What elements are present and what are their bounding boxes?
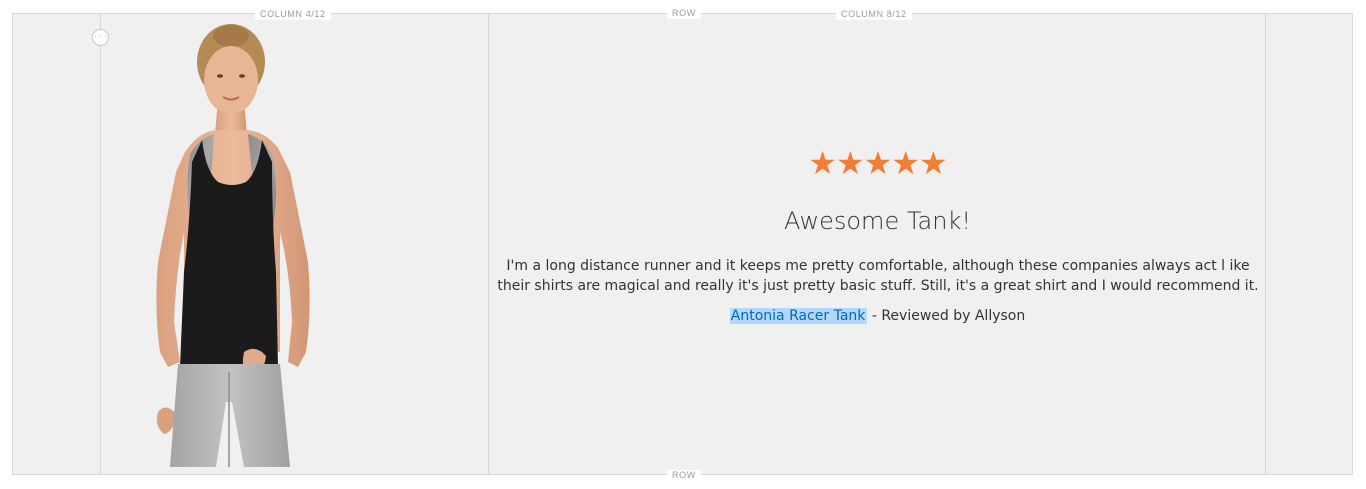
column-8-12[interactable] (489, 13, 1266, 475)
face (204, 46, 258, 114)
row-bottom-label: ROW (667, 470, 701, 481)
column-left-label: COLUMN 4/12 (255, 9, 331, 20)
review-title: Awesome Tank! (784, 207, 971, 235)
reviewer-text: - Reviewed by Allyson (867, 308, 1026, 324)
review-attribution: Antonia Racer Tank - Reviewed by Allyson (489, 306, 1266, 326)
product-image[interactable] (140, 22, 360, 467)
product-link[interactable]: Antonia Racer Tank (729, 308, 868, 324)
rating-stars-icon: ★★★★★ (808, 144, 947, 182)
pants (170, 364, 290, 467)
review-body: I'm a long distance runner and it keeps … (497, 258, 1259, 294)
hair-bun (213, 25, 249, 47)
row-top-label: ROW (667, 8, 701, 19)
drag-handle-icon[interactable]: · · · (92, 29, 109, 46)
column-right-label: COLUMN 8/12 (836, 9, 912, 20)
